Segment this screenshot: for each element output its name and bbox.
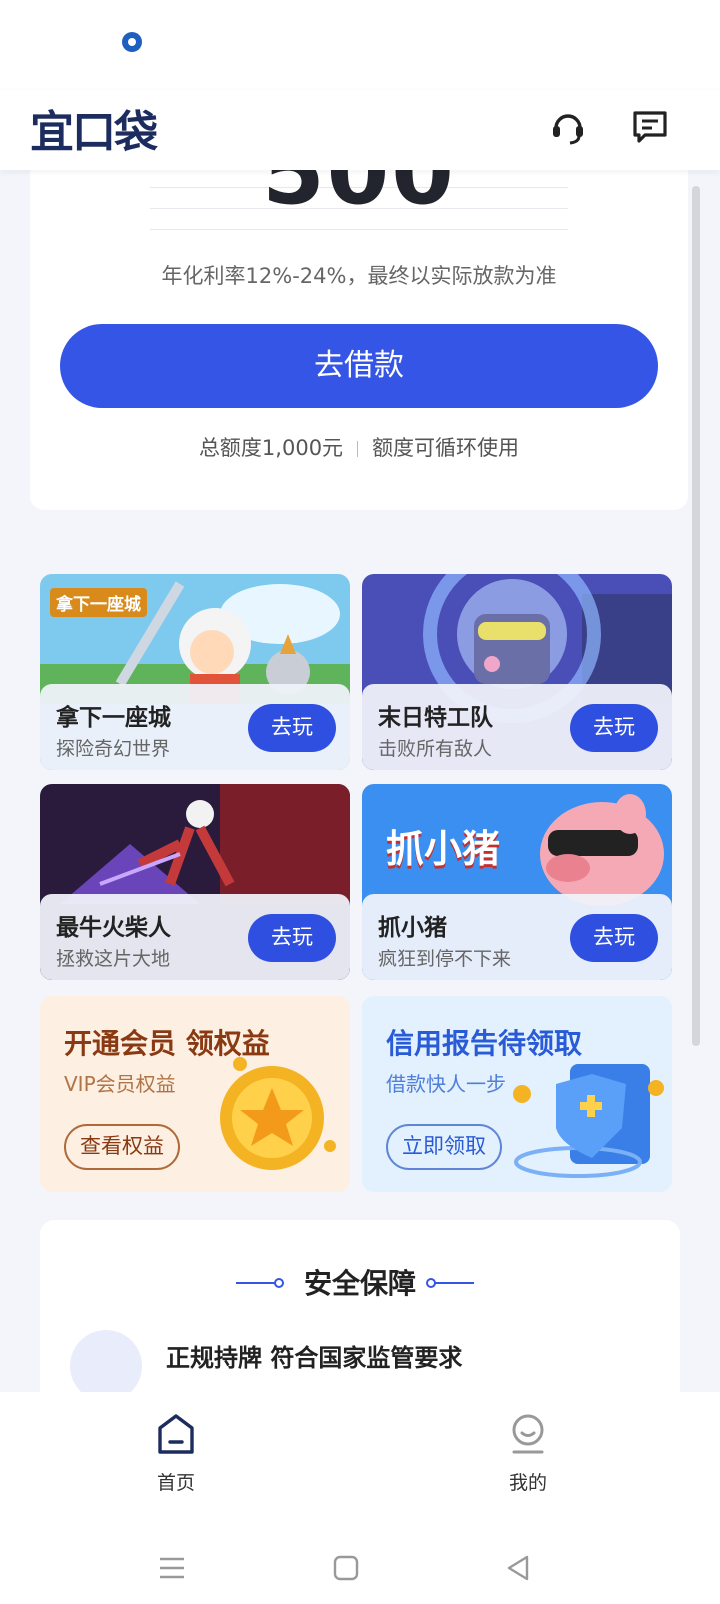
nav-mine[interactable]: 我的 (468, 1412, 588, 1495)
security-title: 安全保障 (303, 1267, 416, 1300)
bottom-nav: 首页 我的 (0, 1392, 720, 1604)
nav-label: 首页 (156, 1472, 195, 1494)
game-title: 抓小猪 (378, 915, 447, 941)
game-title: 最牛火柴人 (56, 915, 171, 941)
shield-icon (513, 1064, 664, 1178)
security-card: 安全保障 正规持牌 符合国家监管要求 (40, 1220, 680, 1392)
coin-star-icon (220, 1057, 336, 1170)
game-card-agents[interactable]: 末日特工队 击败所有敌人 去玩 (362, 574, 672, 770)
system-nav-bar (0, 1532, 720, 1604)
square-icon (333, 1555, 359, 1581)
headset-icon (553, 114, 583, 145)
scrollbar[interactable] (692, 186, 700, 1046)
home-system-button[interactable] (324, 1546, 368, 1590)
back-triangle-icon (507, 1555, 529, 1581)
credit-report-promo-card[interactable]: 信用报告待领取 借款快人一步 立即领取 (362, 996, 672, 1192)
claim-report-button[interactable]: 立即领取 (386, 1124, 502, 1170)
play-button[interactable]: 去玩 (248, 914, 336, 962)
messages-button[interactable] (628, 104, 672, 148)
app-logo: 宜口袋 (30, 107, 158, 158)
game-title: 拿下一座城 (56, 705, 171, 731)
total-limit: 总额度1,000元 (198, 436, 344, 460)
game-subtitle: 击败所有敌人 (378, 738, 493, 760)
title-deco-right (426, 1278, 474, 1288)
game-info: 最牛火柴人 拯救这片大地 去玩 (40, 894, 350, 980)
game-card-pig[interactable]: 抓小猪 抓小猪 疯狂到停不下来 去玩 (362, 784, 672, 980)
game-badge: 拿下一座城 (50, 588, 147, 617)
borrow-button[interactable]: 去借款 (60, 324, 658, 408)
play-button[interactable]: 去玩 (248, 704, 336, 752)
promo-title: 信用报告待领取 (386, 1027, 583, 1060)
message-icon (633, 111, 667, 143)
customer-service-button[interactable] (546, 104, 590, 148)
loan-amount: 500 (262, 170, 456, 225)
promo-subtitle: 借款快人一步 (386, 1072, 506, 1096)
divider (357, 441, 359, 457)
game-info: 抓小猪 疯狂到停不下来 去玩 (362, 894, 672, 980)
home-icon (158, 1414, 194, 1454)
security-item: 正规持牌 符合国家监管要求 (166, 1344, 463, 1372)
status-bar (0, 0, 720, 90)
license-icon (70, 1330, 142, 1392)
profile-icon (512, 1414, 544, 1454)
menu-icon (160, 1557, 184, 1579)
game-subtitle: 疯狂到停不下来 (378, 948, 512, 970)
nav-label: 我的 (508, 1472, 547, 1494)
game-info: 拿下一座城 探险奇幻世界 去玩 (40, 684, 350, 770)
app-header: 宜口袋 (0, 90, 720, 170)
back-button[interactable] (496, 1546, 540, 1590)
game-subtitle: 拯救这片大地 (56, 948, 171, 970)
limit-row: 总额度1,000元 额度可循环使用 (30, 432, 688, 462)
nav-home[interactable]: 首页 (116, 1412, 236, 1495)
game-info: 末日特工队 击败所有敌人 去玩 (362, 684, 672, 770)
promo-title: 开通会员 领权益 (64, 1027, 270, 1060)
rate-note: 年化利率12%-24%，最终以实际放款为准 (161, 264, 557, 288)
game-logo: 抓小猪 (386, 827, 501, 871)
cycle-note: 额度可循环使用 (372, 436, 520, 460)
menu-button[interactable] (150, 1546, 194, 1590)
play-button[interactable]: 去玩 (570, 914, 658, 962)
main-content[interactable]: 500 年化利率12%-24%，最终以实际放款为准 去借款 总额度1,000元 额… (0, 170, 720, 1392)
notification-app-icon (122, 32, 142, 52)
game-subtitle: 探险奇幻世界 (56, 738, 171, 760)
view-benefits-button[interactable]: 查看权益 (64, 1124, 180, 1170)
vip-promo-card[interactable]: 开通会员 领权益 VIP会员权益 查看权益 (40, 996, 350, 1192)
game-card-castle[interactable]: 拿下一座城 拿下一座城 探险奇幻世界 去玩 (40, 574, 350, 770)
game-title: 末日特工队 (378, 705, 493, 731)
game-card-stickman[interactable]: 最牛火柴人 拯救这片大地 去玩 (40, 784, 350, 980)
play-button[interactable]: 去玩 (570, 704, 658, 752)
loan-card: 500 年化利率12%-24%，最终以实际放款为准 去借款 总额度1,000元 额… (30, 170, 688, 510)
promo-subtitle: VIP会员权益 (64, 1072, 176, 1096)
